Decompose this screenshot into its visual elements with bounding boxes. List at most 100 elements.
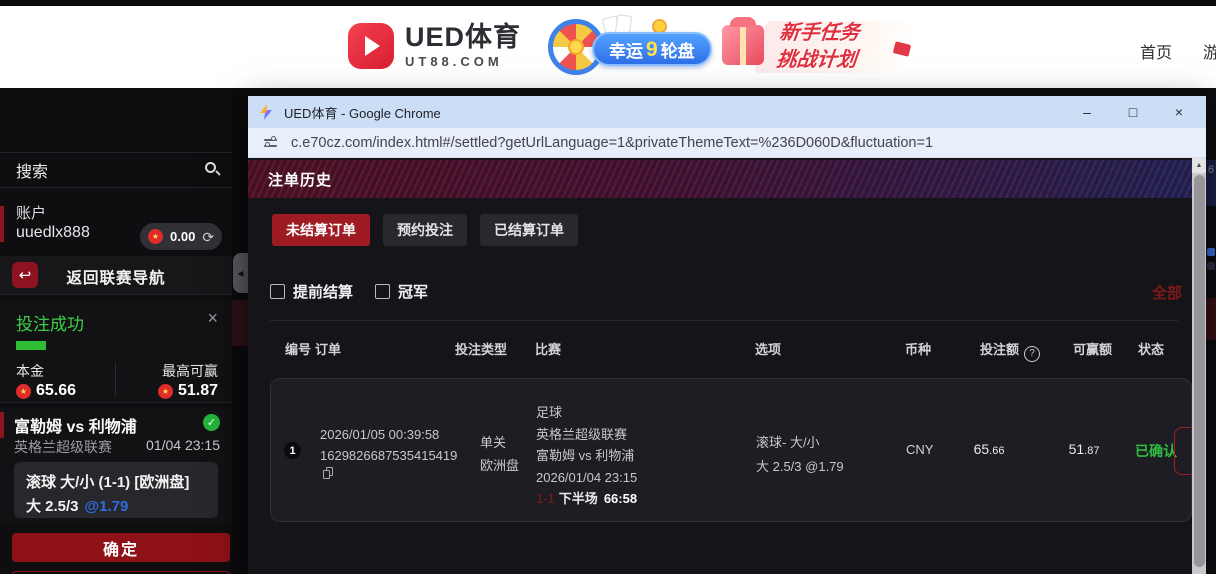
bet-history-page: 注单历史 未结算订单 预约投注 已结算订单 提前结算 冠军 全部 编号 订单 投… — [248, 158, 1206, 574]
checkbox-cashout[interactable] — [270, 284, 285, 299]
tab-scheduled[interactable]: 预约投注 — [383, 214, 467, 246]
stake-value: 65.66 — [954, 441, 1024, 457]
win-int: 51 — [1068, 441, 1085, 457]
balance-pill[interactable]: ★ 0.00 ⟳ — [140, 223, 223, 250]
stake-dec: .66 — [989, 445, 1005, 457]
page-title: 注单历史 — [268, 171, 333, 189]
scrollbar-thumb[interactable] — [1193, 175, 1205, 567]
winnable-value: 51.87 — [1049, 441, 1119, 457]
stake-int: 65 — [973, 441, 990, 457]
search-label: 搜索 — [16, 164, 49, 181]
bet-slip-panel: 富勒姆 vs 利物浦 ✓ 英格兰超级联赛 01/04 23:15 滚球 大/小 … — [0, 408, 232, 524]
balance-value: 0.00 — [170, 229, 196, 244]
wheel-hub-icon — [568, 39, 584, 55]
max-win-value: ★ 51.87 — [157, 382, 218, 400]
cashout-button-partial[interactable]: 提前结算 — [1174, 427, 1191, 475]
collapse-arrow-icon: ◀ — [237, 268, 244, 278]
vertical-divider — [115, 362, 116, 396]
all-link[interactable]: 全部 — [1152, 282, 1182, 303]
tab-unsettled[interactable]: 未结算订单 — [272, 214, 370, 246]
task-line-2: 挑战计划 — [775, 49, 858, 71]
nav-home[interactable]: 首页 — [1140, 39, 1172, 63]
help-icon[interactable]: ? — [1024, 345, 1041, 362]
back-to-league-nav[interactable]: ↩ 返回联赛导航 — [0, 256, 232, 295]
max-win-amount: 51.87 — [177, 382, 218, 399]
bet-type-line1: 单关 — [480, 435, 507, 450]
maximize-button[interactable]: □ — [1110, 96, 1156, 128]
col-header-status: 状态 — [1138, 342, 1165, 357]
match-live-line: 1-1 下半场 66:58 — [536, 488, 637, 510]
order-tabs: 未结算订单 预约投注 已结算订单 — [272, 214, 578, 246]
lightning-favicon — [260, 104, 272, 120]
close-icon[interactable]: × — [207, 308, 218, 329]
gift-icon — [722, 17, 764, 65]
col-header-selection: 选项 — [755, 342, 782, 357]
table-divider — [270, 320, 1178, 321]
nav-games[interactable]: 游 — [1203, 39, 1216, 63]
chrome-popup-window: UED体育 - Google Chrome – □ × c.e70cz.com/… — [248, 96, 1206, 574]
selection-info: 滚球- 大/小 大 2.5/3 @1.79 — [756, 431, 844, 479]
account-accent-bar — [0, 206, 4, 242]
minimize-button[interactable]: – — [1064, 96, 1110, 128]
bet-success-title: 投注成功 — [16, 315, 84, 334]
slip-time: 01/04 23:15 — [146, 437, 220, 453]
account-label: 账户 — [16, 205, 47, 222]
col-header-type: 投注类型 — [455, 342, 508, 357]
site-settings-icon[interactable] — [261, 133, 281, 153]
search-bar[interactable]: 搜索 — [0, 152, 232, 188]
copy-icon[interactable] — [323, 467, 333, 479]
refresh-icon[interactable]: ⟳ — [202, 230, 214, 244]
scroll-up-arrow[interactable]: ▲ — [1192, 158, 1206, 173]
live-score: 1-1 — [536, 491, 555, 506]
order-info: 2026/01/05 00:39:58 1629826687535415419 — [320, 424, 457, 466]
slip-selection-box: 滚球 大/小 (1-1) [欧洲盘] 大 2.5/3 @1.79 — [14, 462, 218, 518]
window-title: UED体育 - Google Chrome — [284, 105, 441, 121]
newbie-task-banner[interactable]: 新手任务 挑战计划 — [716, 15, 917, 79]
sidebar-collapse-handle[interactable]: ◀ — [233, 253, 248, 293]
currency-value: CNY — [906, 442, 934, 457]
col-header-winnable: 可赢额 — [1073, 342, 1113, 357]
win-dec: .87 — [1084, 445, 1100, 457]
window-titlebar[interactable]: UED体育 - Google Chrome – □ × — [248, 96, 1206, 128]
sliver-blue-icon — [1207, 248, 1215, 256]
tab-settled[interactable]: 已结算订单 — [480, 214, 578, 246]
screenshot-root: UED体育 UT88.COM 幸运 9 轮盘 新手任务 挑战计划 首页 游 搜索… — [0, 0, 1216, 574]
slip-accent-bar — [0, 412, 4, 438]
search-icon[interactable] — [205, 162, 216, 173]
principal-value: ★ 65.66 — [16, 382, 76, 400]
slip-pick-text: 大 2.5/3 — [26, 498, 79, 515]
url-text[interactable]: c.e70cz.com/index.html#/settled?getUrlLa… — [291, 135, 933, 151]
logo-brand: UED体育 — [405, 22, 522, 52]
slip-league: 英格兰超级联赛 — [14, 439, 112, 455]
col-header-match: 比赛 — [535, 342, 562, 357]
task-line-1: 新手任务 — [778, 22, 861, 44]
selection-market: 滚球- 大/小 — [756, 435, 820, 450]
close-window-button[interactable]: × — [1156, 96, 1202, 128]
max-win-label: 最高可赢 — [162, 363, 218, 379]
order-row-card: 1 2026/01/05 00:39:58 162982668753541541… — [270, 378, 1192, 522]
page-title-band: 注单历史 — [248, 160, 1192, 198]
check-circle-icon: ✓ — [203, 414, 220, 431]
address-bar[interactable]: c.e70cz.com/index.html#/settled?getUrlLa… — [248, 128, 1206, 158]
lucky-wheel-banner[interactable]: 幸运 9 轮盘 — [548, 14, 713, 77]
row-index-badge: 1 — [284, 442, 301, 459]
bet-success-panel: 投注成功 × 本金 最高可赢 ★ 65.66 ★ 51.87 — [0, 300, 232, 403]
window-controls: – □ × — [1064, 96, 1202, 128]
cny-flag-icon: ★ — [157, 383, 173, 399]
checkbox-champion[interactable] — [375, 284, 391, 299]
col-header-order: 订单 — [315, 342, 342, 357]
back-nav-label: 返回联赛导航 — [66, 270, 166, 287]
principal-amount: 65.66 — [36, 382, 77, 399]
confirm-button[interactable]: 确定 — [12, 533, 230, 562]
slip-pick: 大 2.5/3 @1.79 — [26, 495, 128, 516]
filter-champion-label: 冠军 — [398, 284, 429, 301]
sliver-red-fragment — [1206, 298, 1216, 340]
betting-sidebar: 搜索 账户 uuedlx888 ★ 0.00 ⟳ ↩ 返回联赛导航 投注成功 ×… — [0, 90, 232, 574]
col-header-stake: 投注额? — [980, 339, 1041, 362]
page-scrollbar[interactable]: ▲ — [1192, 158, 1206, 574]
wheel-text-1: 幸运 — [609, 41, 643, 61]
site-logo[interactable]: UED体育 UT88.COM — [348, 23, 521, 69]
logo-play-icon — [348, 23, 394, 69]
sliver-header-fragment: 6 — [1206, 160, 1216, 206]
logo-text: UED体育 UT88.COM — [405, 23, 521, 69]
